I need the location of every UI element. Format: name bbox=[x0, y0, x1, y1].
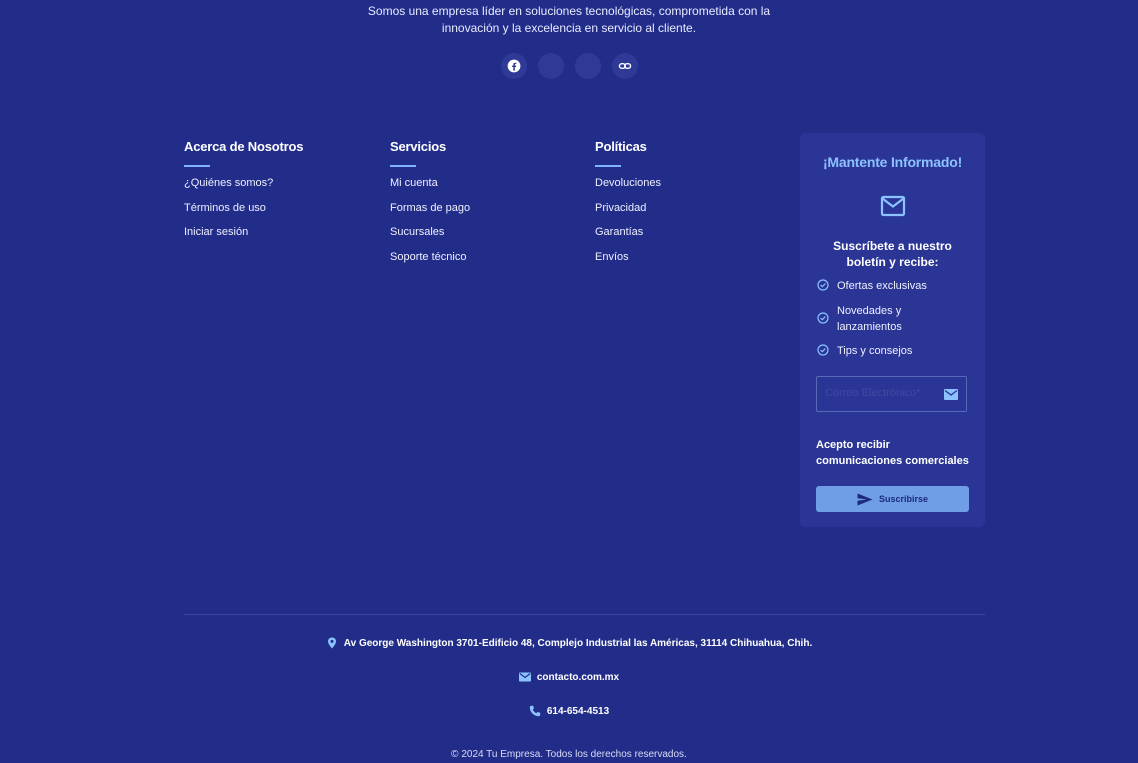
link-formas-pago[interactable]: Formas de pago bbox=[390, 202, 580, 227]
benefit-label: Ofertas exclusivas bbox=[837, 280, 927, 292]
social-links bbox=[0, 53, 1138, 79]
title-underline bbox=[595, 165, 621, 167]
contact-email: contacto.com.mx bbox=[0, 671, 1138, 683]
subscribe-button[interactable]: Suscribirse bbox=[816, 486, 969, 512]
email-field-wrapper bbox=[816, 376, 967, 412]
social-button-3[interactable] bbox=[574, 53, 601, 79]
benefit-item: Ofertas exclusivas bbox=[817, 278, 967, 294]
footer-column-services: Servicios Mi cuenta Formas de pago Sucur… bbox=[390, 139, 580, 275]
mail-icon bbox=[518, 672, 531, 682]
check-circle-icon bbox=[817, 279, 829, 291]
check-circle-icon bbox=[817, 344, 829, 356]
link-quienes-somos[interactable]: ¿Quiénes somos? bbox=[184, 177, 374, 202]
copyright-text: © 2024 Tu Empresa. Todos los derechos re… bbox=[451, 749, 687, 760]
link-devoluciones[interactable]: Devoluciones bbox=[595, 177, 785, 202]
facebook-button[interactable] bbox=[500, 53, 527, 79]
link-envios[interactable]: Envíos bbox=[595, 251, 785, 276]
newsletter-card: ¡Mantente Informado! Suscríbete a nuestr… bbox=[800, 133, 985, 527]
link-button[interactable] bbox=[611, 53, 638, 79]
newsletter-title: ¡Mantente Informado! bbox=[822, 154, 963, 170]
footer-divider bbox=[184, 614, 985, 615]
link-garantias[interactable]: Garantías bbox=[595, 226, 785, 251]
link-soporte[interactable]: Soporte técnico bbox=[390, 251, 580, 276]
intro-line-2: innovación y la excelencia en servicio a… bbox=[441, 21, 697, 35]
intro-line-1: Somos una empresa líder en soluciones te… bbox=[367, 4, 771, 18]
benefit-item: Novedades y lanzamientos bbox=[817, 303, 967, 335]
benefit-label: Tips y consejos bbox=[837, 345, 913, 357]
footer-column-about: Acerca de Nosotros ¿Quiénes somos? Térmi… bbox=[184, 139, 374, 251]
mail-icon bbox=[944, 389, 958, 400]
title-underline bbox=[184, 165, 210, 167]
contact-phone: 614-654-4513 bbox=[0, 705, 1138, 717]
check-circle-icon bbox=[817, 312, 829, 324]
link-terminos[interactable]: Términos de uso bbox=[184, 202, 374, 227]
title-underline bbox=[390, 165, 416, 167]
link-mi-cuenta[interactable]: Mi cuenta bbox=[390, 177, 580, 202]
phone-link[interactable]: 614-654-4513 bbox=[547, 706, 609, 717]
column-title-about: Acerca de Nosotros bbox=[184, 139, 304, 154]
footer-column-policies: Políticas Devoluciones Privacidad Garant… bbox=[595, 139, 785, 275]
link-icon bbox=[618, 62, 631, 70]
column-title-policies: Políticas bbox=[595, 139, 647, 154]
consent-checkbox-label[interactable]: Acepto recibir comunicaciones comerciale… bbox=[816, 437, 976, 469]
column-title-services: Servicios bbox=[390, 139, 447, 154]
email-link[interactable]: contacto.com.mx bbox=[537, 672, 619, 683]
address-text: Av George Washington 3701-Edificio 48, C… bbox=[343, 637, 813, 649]
facebook-icon bbox=[507, 59, 520, 73]
subscribe-label: Suscribirse bbox=[878, 494, 929, 504]
location-pin-icon bbox=[327, 637, 336, 649]
link-privacidad[interactable]: Privacidad bbox=[595, 202, 785, 227]
contact-address: Av George Washington 3701-Edificio 48, C… bbox=[0, 637, 1138, 649]
newsletter-subtitle: Suscríbete a nuestro boletín y recibe: bbox=[833, 239, 952, 269]
benefit-item: Tips y consejos bbox=[817, 343, 967, 359]
mail-icon bbox=[880, 195, 906, 217]
link-iniciar-sesion[interactable]: Iniciar sesión bbox=[184, 226, 374, 251]
benefit-label: Novedades y lanzamientos bbox=[837, 305, 902, 333]
phone-icon bbox=[529, 705, 541, 717]
social-button-2[interactable] bbox=[537, 53, 564, 79]
send-icon bbox=[857, 493, 873, 505]
email-field[interactable] bbox=[825, 387, 935, 399]
footer-intro: Somos una empresa líder en soluciones te… bbox=[0, 3, 1138, 37]
link-sucursales[interactable]: Sucursales bbox=[390, 226, 580, 251]
